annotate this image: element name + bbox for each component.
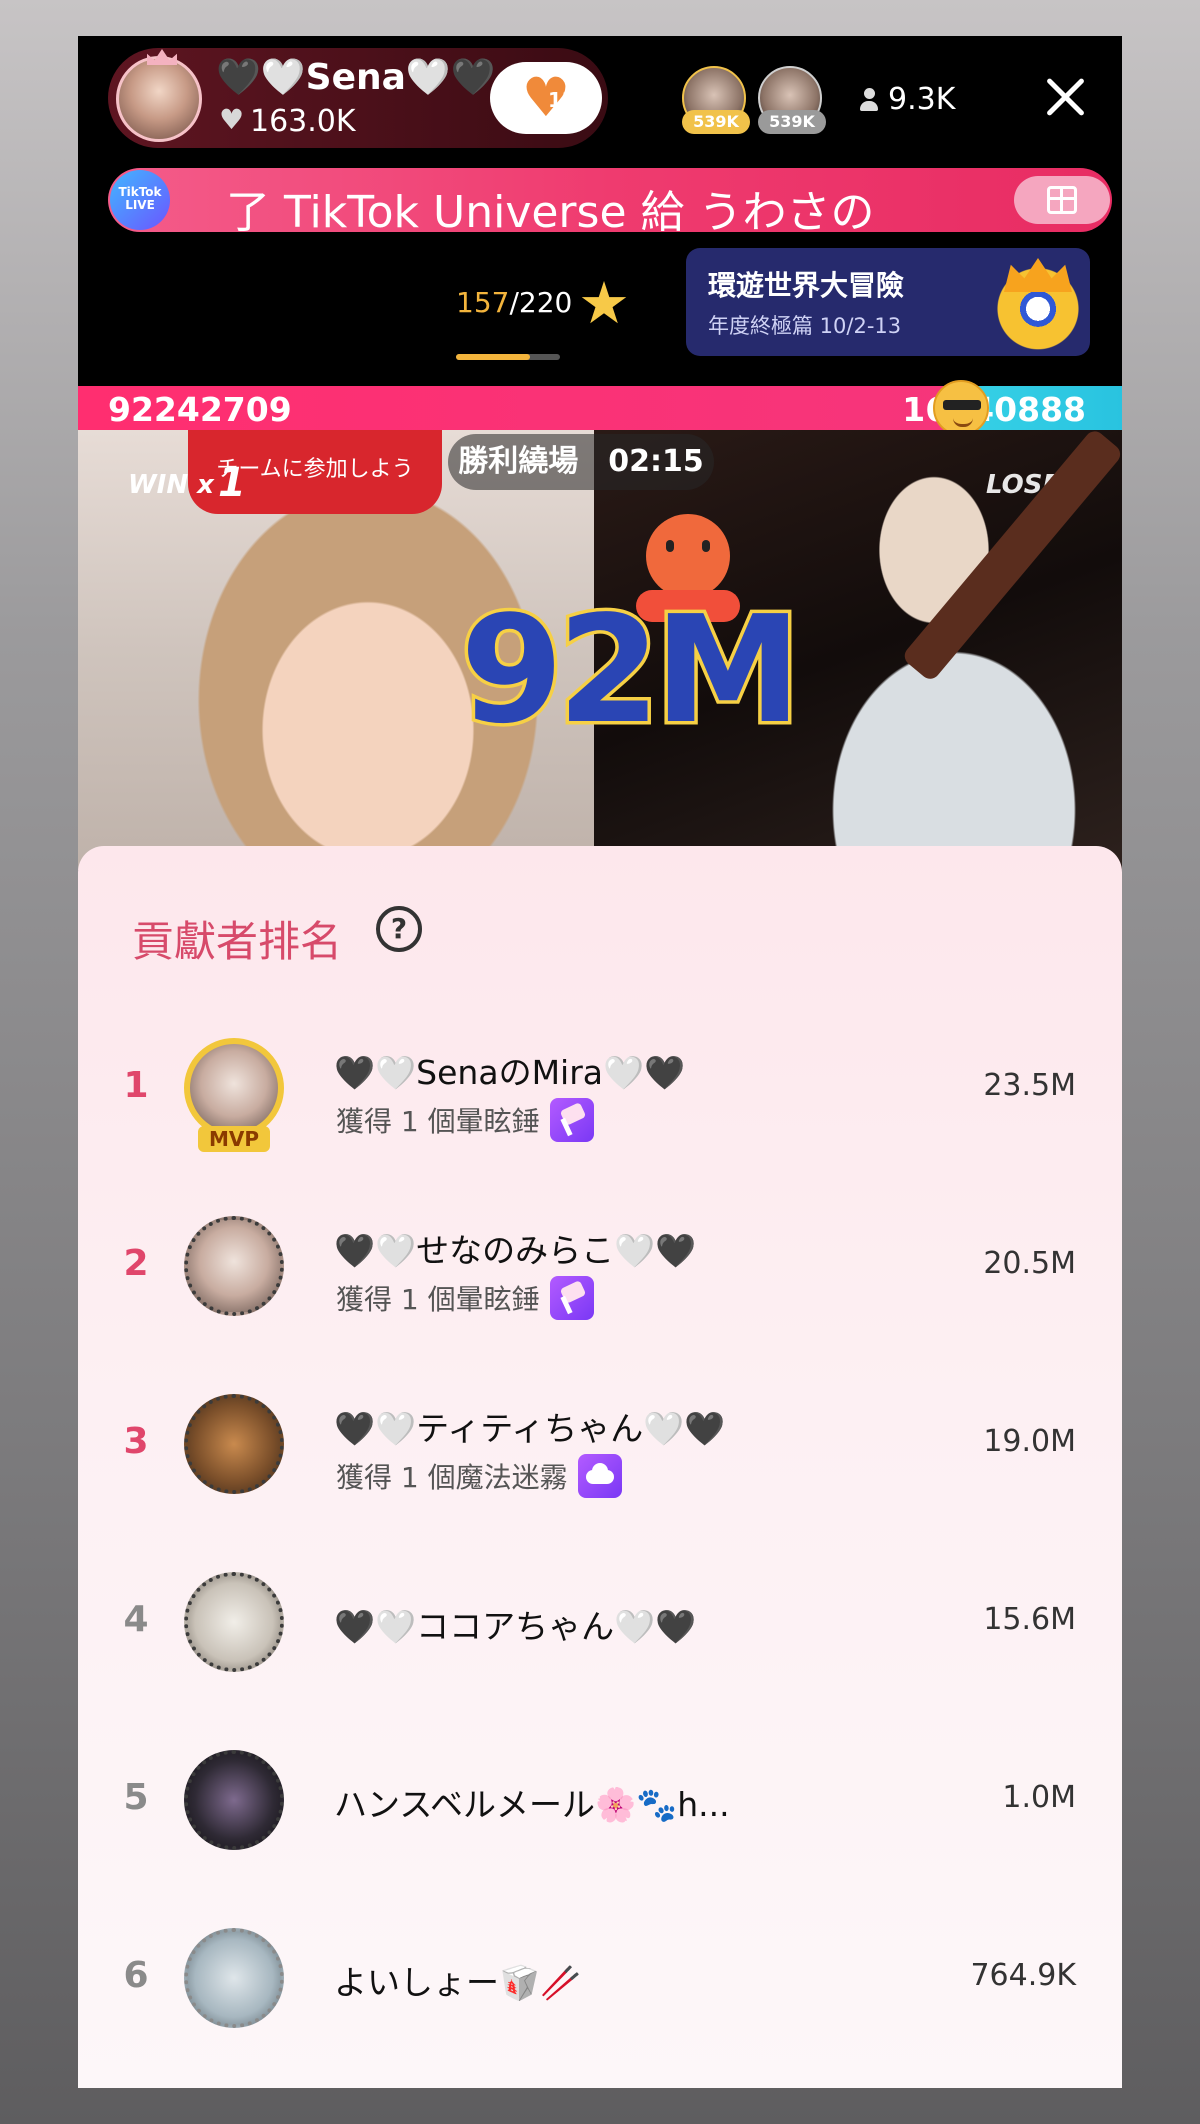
event-card[interactable]: 環遊世界大冒險 年度終極篇 10/2-13 [686,248,1090,356]
rank-number: 5 [123,1777,149,1818]
avatar[interactable] [184,1394,284,1494]
close-icon[interactable] [1040,72,1090,122]
contributor-name: 🖤🤍ココアちゃん🤍🖤 [334,1607,697,1646]
contributor-name: よいしょー🥡🥢 [334,1963,582,2002]
event-crown-icon [992,256,1084,352]
rank-number: 3 [123,1421,149,1462]
win-label: WIN x [128,470,214,500]
contributor-name: 🖤🤍ティティちゃん🤍🖤 [334,1409,726,1448]
host-info-pill[interactable]: 🖤🤍Sena🤍🖤 163.0K ♥ 12 [108,48,608,148]
right-score: 16740888 [902,390,1086,429]
avatar[interactable] [184,1750,284,1850]
ranking-row[interactable]: 6 よいしょー🥡🥢 764.9K [78,1906,1122,2046]
rank-number: 4 [123,1599,149,1640]
goal-progress-fill [456,354,530,360]
crown-icon [147,49,177,65]
reward-text: 獲得 1 個魔法迷霧 [336,1461,568,1494]
tiktok-live-badge: TikTok LIVE [110,170,170,230]
ranking-title: 貢獻者排名 [132,917,343,966]
rank-number: 6 [123,1955,149,1996]
top-viewer-avatar-2[interactable]: 539K [758,66,826,134]
top-viewer-avatar-1[interactable]: 539K [682,66,750,134]
contributor-name: 🖤🤍SenaのMira🤍🖤 [334,1053,686,1092]
person-icon [860,87,878,112]
contributor-name: ハンスベルメール🌸🐾h... [334,1785,730,1824]
viewer-badge-2: 539K [758,110,826,134]
contribution-score: 1.0M [1002,1780,1076,1815]
hammer-icon [549,1098,594,1142]
ranking-row[interactable]: 1 MVP 🖤🤍SenaのMira🤍🖤 獲得 1 個暈眩錘 23.5M [78,1016,1122,1156]
ranking-row[interactable]: 3 🖤🤍ティティちゃん🤍🖤 獲得 1 個魔法迷霧 19.0M [78,1372,1122,1512]
goal-progress-total: /220 [509,286,573,319]
ranking-row[interactable]: 4 🖤🤍ココアちゃん🤍🖤 15.6M [78,1550,1122,1690]
contributor-ranking-sheet: 貢獻者排名 ? 1 MVP 🖤🤍SenaのMira🤍🖤 獲得 1 個暈眩錘 23… [78,846,1122,2088]
goal-progress-current: 157 [456,286,510,319]
avatar[interactable] [184,1216,284,1316]
gift-button[interactable] [1014,176,1110,224]
contribution-score: 19.0M [983,1424,1076,1459]
follow-button[interactable]: ♥ 12 [490,62,602,134]
host-likes-value: 163.0K [250,104,356,139]
host-name: 🖤🤍Sena🤍🖤 [216,57,496,98]
battle-timer: 勝利繞場 02:15 [448,434,714,490]
sunglasses-emoji-icon [933,380,989,436]
left-score: 92242709 [108,390,292,429]
cloud-icon [577,1454,622,1498]
contribution-score: 764.9K [970,1958,1076,1993]
contributor-reward: 獲得 1 個魔法迷霧 [336,1454,622,1498]
win-count: 1 [218,460,246,506]
help-icon[interactable]: ? [376,906,422,952]
gift-icon [1047,186,1077,214]
battle-score-bar: 92242709 16740888 [78,380,1122,436]
goal-progress-bar [456,354,560,360]
rank-number: 1 [123,1065,149,1106]
avatar[interactable] [184,1572,284,1672]
star-icon[interactable]: ★ [578,274,630,332]
contribution-score: 20.5M [983,1246,1076,1281]
reward-text: 獲得 1 個暈眩錘 [336,1105,540,1138]
host-avatar[interactable] [116,49,202,142]
event-title: 環遊世界大冒險 [708,269,905,302]
avatar[interactable] [184,1928,284,2028]
goal-progress-text: 157/220 [456,286,572,319]
viewer-count-value: 9.3K [888,82,956,117]
contributor-reward: 獲得 1 個暈眩錘 [336,1276,594,1320]
live-stream-screen: 🖤🤍Sena🤍🖤 163.0K ♥ 12 539K 539K 9.3K TikT… [78,36,1122,2088]
contributor-reward: 獲得 1 個暈眩錘 [336,1098,594,1142]
heart-icon [219,103,244,136]
contributor-name: 🖤🤍せなのみらこ🤍🖤 [334,1231,697,1270]
ranking-row[interactable]: 2 🖤🤍せなのみらこ🤍🖤 獲得 1 個暈眩錘 20.5M [78,1194,1122,1334]
ranking-row[interactable]: 5 ハンスベルメール🌸🐾h... 1.0M [78,1728,1122,1868]
battle-video[interactable]: チームに参加しよう WIN x 1 勝利繞場 02:15 LOSE 92M [78,427,1122,870]
avatar[interactable] [184,1038,284,1138]
viewer-count[interactable]: 9.3K [860,82,955,117]
contribution-score: 15.6M [983,1602,1076,1637]
rank-number: 2 [123,1243,149,1284]
host-likes: 163.0K [219,103,356,140]
event-subtitle: 年度終極篇 10/2-13 [708,314,902,338]
hammer-icon [549,1276,594,1320]
contribution-score: 23.5M [983,1068,1076,1103]
big-score-overlay: 92M [457,584,805,756]
mvp-badge: MVP [198,1126,270,1152]
viewer-badge-1: 539K [682,110,750,134]
reward-text: 獲得 1 個暈眩錘 [336,1283,540,1316]
follow-count: 12 [548,88,576,112]
banner-text: 了 TikTok Universe 給 うわさの [226,187,875,232]
gift-announcement-banner[interactable]: TikTok LIVE 了 TikTok Universe 給 うわさの [108,168,1112,232]
